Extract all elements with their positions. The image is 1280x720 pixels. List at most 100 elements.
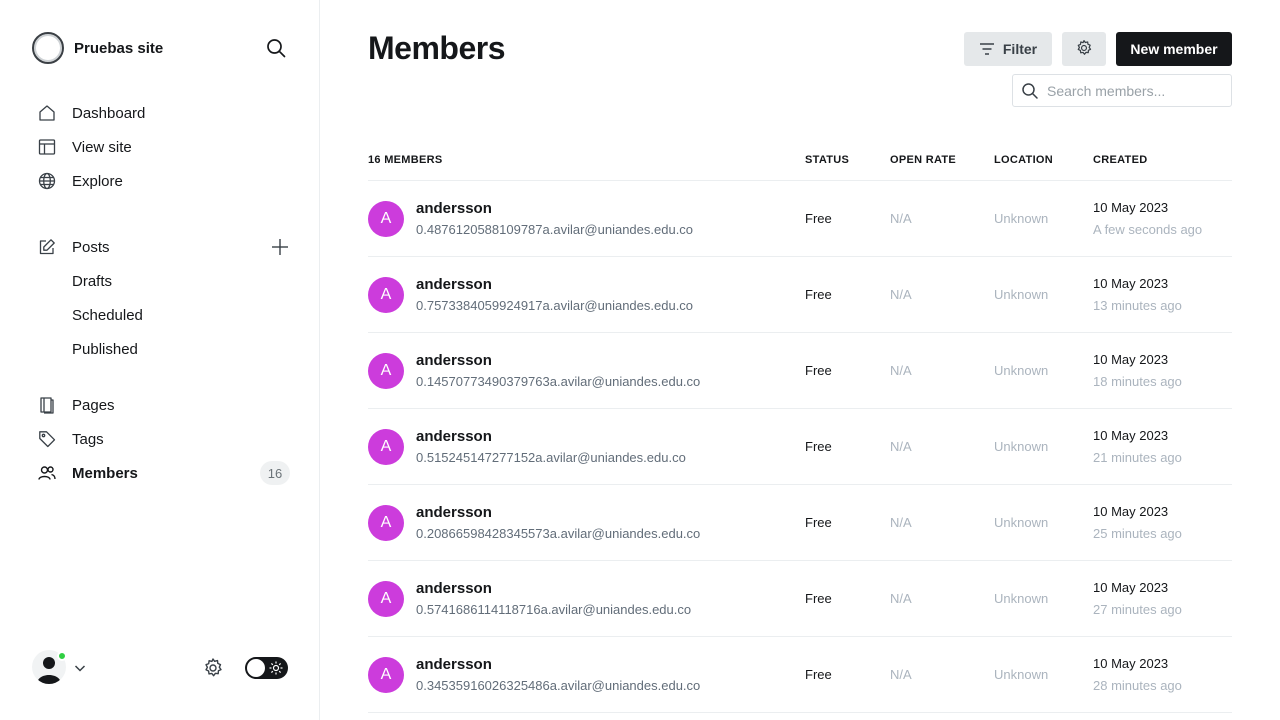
nav-label-published: Published [72,340,138,358]
member-name: andersson [416,200,492,217]
member-row[interactable]: A andersson 0.7573384059924917a.avilar@u… [368,257,1232,333]
home-icon [38,104,56,122]
member-status: Free [805,439,832,454]
member-avatar: A [368,277,404,313]
main-content: Members Filter New member 16 M [320,0,1280,720]
member-name: andersson [416,656,492,673]
member-search-box [1012,74,1232,107]
member-status: Free [805,667,832,682]
member-avatar: A [368,505,404,541]
member-location: Unknown [994,515,1049,530]
globe-icon [38,172,56,190]
member-location: Unknown [994,287,1049,302]
nav-item-scheduled[interactable]: Scheduled [32,301,290,329]
page-title: Members [368,30,506,66]
member-created-ago: 13 minutes ago [1093,298,1182,313]
nav-label-tags: Tags [72,430,104,448]
nav-label-view-site: View site [72,138,132,156]
member-status: Free [805,363,832,378]
member-created-ago: 25 minutes ago [1093,526,1182,541]
browser-layout-icon [38,138,56,156]
new-member-button[interactable]: New member [1116,32,1232,66]
member-created-ago: A few seconds ago [1093,222,1203,237]
members-count-header: 16 MEMBERS [368,154,443,166]
member-open-rate: N/A [890,591,912,606]
member-created-date: 10 May 2023 [1093,352,1169,367]
members-table-header: 16 MEMBERS STATUS OPEN RATE LOCATION CRE… [368,144,1232,181]
member-email: 0.5741686114118716a.avilar@uniandes.edu.… [416,602,692,617]
column-header-location[interactable]: LOCATION [994,154,1053,166]
nav-label-drafts: Drafts [72,272,113,290]
sidebar-footer [32,648,290,688]
chevron-down-icon[interactable] [74,661,86,673]
member-row[interactable]: A andersson 0.34535916026325486a.avilar@… [368,637,1232,713]
tag-icon [38,430,56,448]
search-icon[interactable] [265,37,287,59]
member-search-input[interactable] [1047,76,1217,105]
nav-item-pages[interactable]: Pages [32,391,290,419]
nav-label-explore: Explore [72,172,123,190]
nav-item-drafts[interactable]: Drafts [32,267,290,295]
nav-label-posts: Posts [72,238,110,256]
column-header-status[interactable]: STATUS [805,154,849,166]
sun-icon [269,661,283,675]
member-created-date: 10 May 2023 [1093,580,1169,595]
member-avatar: A [368,201,404,237]
nav-item-explore[interactable]: Explore [32,167,290,195]
column-header-open-rate[interactable]: OPEN RATE [890,154,956,166]
theme-toggle[interactable] [245,657,288,679]
member-name: andersson [416,276,492,293]
site-logo-icon [32,32,64,64]
users-icon [38,464,56,482]
gear-icon[interactable] [202,657,224,679]
member-email: 0.7573384059924917a.avilar@uniandes.edu.… [416,298,694,313]
member-status: Free [805,211,832,226]
member-email: 0.515245147277152a.avilar@uniandes.edu.c… [416,450,686,465]
member-row[interactable]: A andersson 0.5741686114118716a.avilar@u… [368,561,1232,637]
member-created-date: 10 May 2023 [1093,656,1169,671]
gear-icon [1075,39,1093,60]
member-avatar: A [368,657,404,693]
nav-item-tags[interactable]: Tags [32,425,290,453]
member-open-rate: N/A [890,287,912,302]
plus-icon[interactable] [270,237,290,257]
member-open-rate: N/A [890,515,912,530]
member-row[interactable]: A andersson 0.515245147277152a.avilar@un… [368,409,1232,485]
toggle-knob [247,659,265,677]
nav-item-members[interactable]: Members 16 [32,459,290,487]
member-created-date: 10 May 2023 [1093,276,1169,291]
nav-item-dashboard[interactable]: Dashboard [32,99,290,127]
filter-button[interactable]: Filter [964,32,1052,66]
member-name: andersson [416,428,492,445]
member-email: 0.34535916026325486a.avilar@uniandes.edu… [416,678,701,693]
members-settings-button[interactable] [1062,32,1106,66]
nav-item-view-site[interactable]: View site [32,133,290,161]
member-created-ago: 27 minutes ago [1093,602,1182,617]
member-avatar: A [368,353,404,389]
sidebar: Pruebas site Dashboard View site Explore… [0,0,320,720]
site-brand[interactable]: Pruebas site [32,32,163,64]
online-status-dot [57,651,67,661]
member-email: 0.20866598428345573a.avilar@uniandes.edu… [416,526,701,541]
nav-item-posts[interactable]: Posts [32,233,290,261]
member-status: Free [805,515,832,530]
member-email: 0.14570773490379763a.avilar@uniandes.edu… [416,374,701,389]
filter-label: Filter [1002,41,1038,57]
nav-item-published[interactable]: Published [32,335,290,363]
member-name: andersson [416,504,492,521]
nav-label-dashboard: Dashboard [72,104,146,122]
member-status: Free [805,287,832,302]
filter-icon [979,43,994,55]
pages-icon [38,396,56,414]
member-row[interactable]: A andersson 0.20866598428345573a.avilar@… [368,485,1232,561]
column-header-created[interactable]: CREATED [1093,154,1147,166]
member-created-ago: 21 minutes ago [1093,450,1182,465]
member-location: Unknown [994,211,1049,226]
member-location: Unknown [994,667,1049,682]
member-location: Unknown [994,439,1049,454]
member-open-rate: N/A [890,211,912,226]
member-row[interactable]: A andersson 0.14570773490379763a.avilar@… [368,333,1232,409]
nav-label-scheduled: Scheduled [72,306,143,324]
member-created-date: 10 May 2023 [1093,200,1169,215]
member-row[interactable]: A andersson 0.4876120588109787a.avilar@u… [368,181,1232,257]
